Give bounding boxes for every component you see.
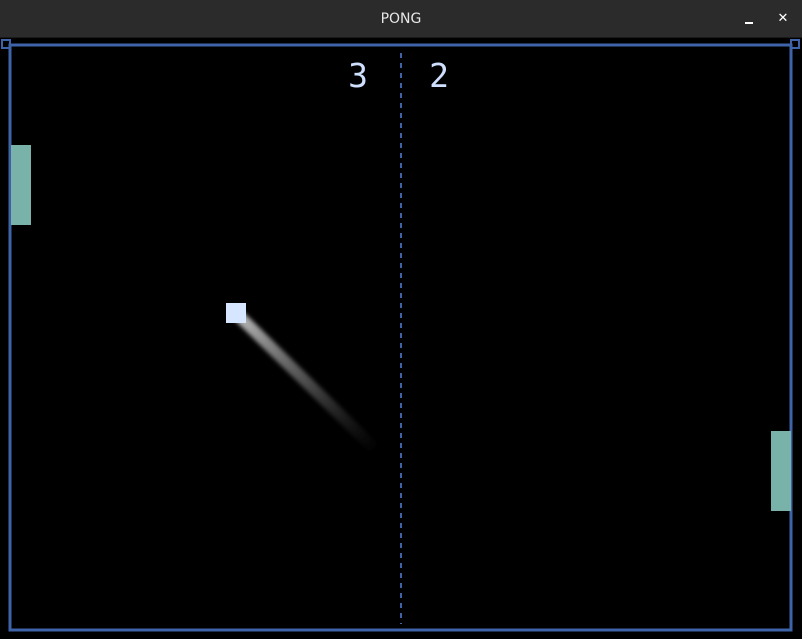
right-paddle: [771, 431, 791, 511]
game-window: PONG ✕ 3 2: [0, 0, 802, 639]
game-canvas[interactable]: 3 2: [0, 38, 802, 639]
title-bar[interactable]: PONG ✕: [0, 0, 802, 38]
left-paddle: [11, 145, 31, 225]
close-icon: ✕: [777, 11, 789, 26]
minimize-icon: [745, 22, 753, 24]
ball: [226, 303, 246, 323]
close-button[interactable]: ✕: [771, 7, 795, 31]
minimize-button[interactable]: [737, 7, 761, 31]
window-title: PONG: [380, 11, 422, 27]
playfield-svg: 3 2: [1, 39, 800, 632]
score-left: 3: [348, 56, 368, 95]
score-right: 2: [429, 56, 449, 95]
ball-trail: [234, 311, 384, 458]
